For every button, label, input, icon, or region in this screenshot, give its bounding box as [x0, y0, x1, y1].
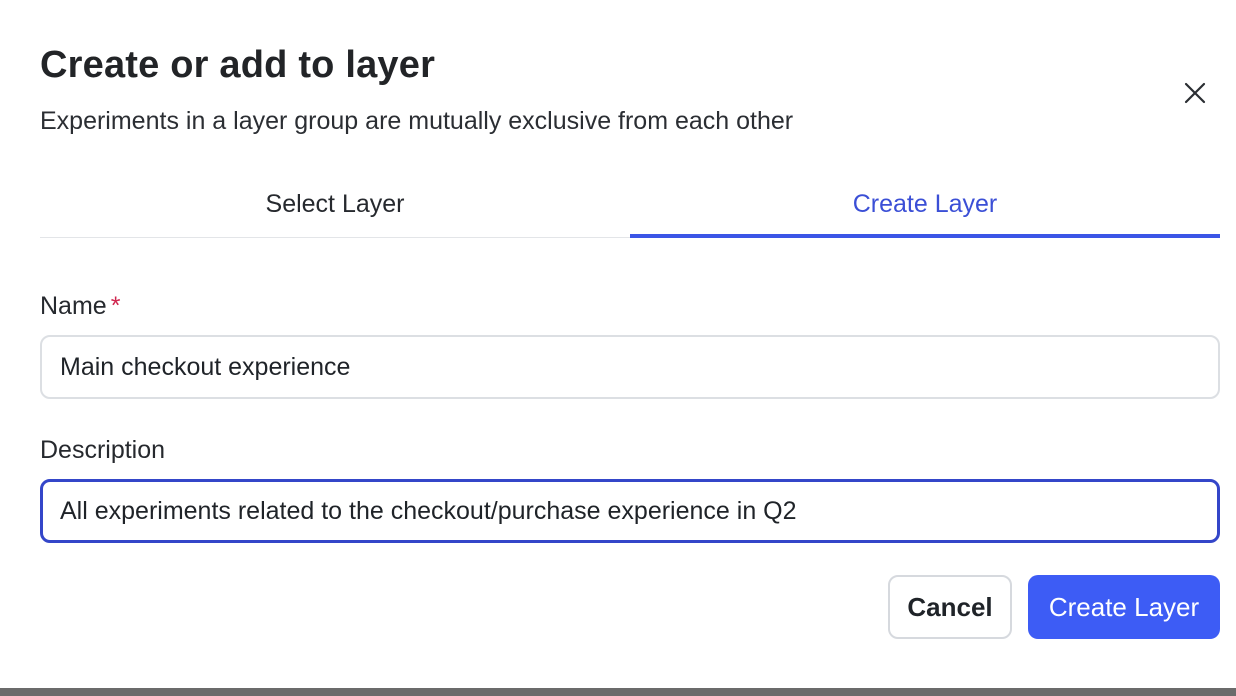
- description-field-label: Description: [40, 436, 166, 464]
- tab-create-layer[interactable]: Create Layer: [630, 180, 1220, 238]
- dialog-subtitle: Experiments in a layer group are mutuall…: [40, 107, 794, 135]
- required-marker: *: [110, 292, 121, 320]
- close-icon: [1184, 82, 1206, 104]
- create-layer-button[interactable]: Create Layer: [1028, 575, 1220, 639]
- name-input-value: Main checkout experience: [60, 352, 351, 381]
- close-button[interactable]: [1176, 74, 1214, 112]
- description-input[interactable]: All experiments related to the checkout/…: [40, 479, 1220, 543]
- name-input[interactable]: Main checkout experience: [40, 335, 1220, 399]
- cancel-button[interactable]: Cancel: [888, 575, 1012, 639]
- tab-select-layer[interactable]: Select Layer: [40, 180, 630, 237]
- name-label-text: Name: [40, 292, 107, 320]
- create-layer-dialog: Create or add to layer Experiments in a …: [0, 0, 1236, 688]
- layer-tabs: Select Layer Create Layer: [40, 180, 1220, 238]
- dialog-title: Create or add to layer: [40, 44, 436, 86]
- background-strip: [0, 688, 1236, 696]
- name-field-label: Name *: [40, 292, 120, 321]
- description-input-value: All experiments related to the checkout/…: [60, 496, 797, 525]
